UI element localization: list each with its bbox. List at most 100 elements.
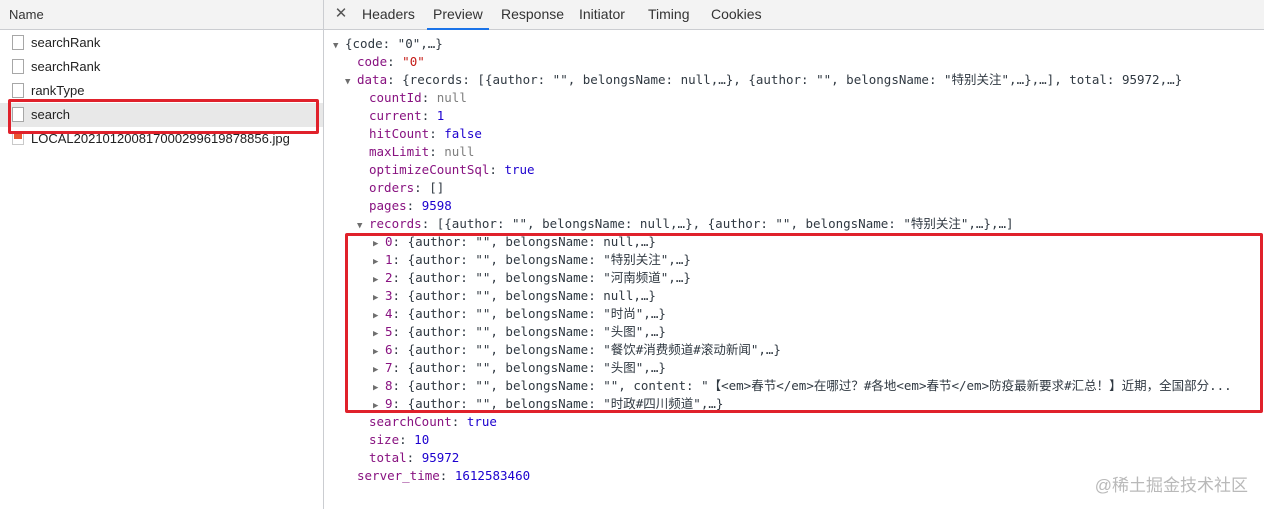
json-tree-line[interactable]: ▶ 3: {author: "", belongsName: null,…}: [373, 287, 656, 305]
json-value: :: [451, 414, 467, 429]
json-value: :: [406, 450, 422, 465]
json-tree-line[interactable]: ▼ data: {records: [{author: "", belongsNa…: [345, 71, 1182, 89]
request-row[interactable]: searchRank: [0, 31, 323, 55]
json-value: : {records: [{author: "", belongsName: n…: [387, 72, 1183, 87]
json-value: : {author: "", belongsName: null,…}: [392, 288, 656, 303]
json-tree-line: code: "0": [345, 53, 425, 71]
json-tree-line: size: 10: [357, 431, 429, 449]
expand-arrow-icon[interactable]: ▼: [357, 217, 369, 235]
json-key: searchCount: [369, 414, 452, 429]
json-value: : {author: "", belongsName: "时尚",…}: [392, 306, 666, 321]
json-tree-line[interactable]: ▶ 7: {author: "", belongsName: "头图",…}: [373, 359, 666, 377]
watermark: @稀土掘金技术社区: [1094, 476, 1248, 495]
json-key: 5: [385, 324, 393, 339]
json-key: records: [369, 216, 422, 231]
json-value: null: [436, 90, 467, 105]
json-key: code: [357, 54, 388, 69]
json-value: 9598: [421, 198, 452, 213]
json-tree-line: countId: null: [357, 89, 467, 107]
tab-response[interactable]: Response: [501, 0, 564, 29]
request-row[interactable]: rankType: [0, 79, 323, 103]
json-value: : {author: "", belongsName: "时政#四川频道",…}: [392, 396, 724, 411]
document-file-icon: [12, 83, 24, 98]
json-value: :: [439, 468, 455, 483]
request-name: LOCAL2021012008170002996198788​56.jpg: [31, 131, 290, 146]
json-key: 9: [385, 396, 393, 411]
json-value: : {author: "", belongsName: null,…}: [392, 234, 656, 249]
json-value: : {author: "", belongsName: "头图",…}: [392, 360, 666, 375]
json-key: 1: [385, 252, 393, 267]
json-tree-line: optimizeCountSql: true: [357, 161, 535, 179]
json-tree-line[interactable]: ▶ 9: {author: "", belongsName: "时政#四川频道",…: [373, 395, 723, 413]
json-tree-line[interactable]: ▶ 8: {author: "", belongsName: "", conten…: [373, 377, 1232, 395]
json-value: :: [406, 198, 422, 213]
json-tree-line[interactable]: ▶ 2: {author: "", belongsName: "河南频道",…}: [373, 269, 691, 287]
expand-arrow-icon[interactable]: ▼: [345, 73, 357, 91]
json-value: :: [429, 126, 445, 141]
json-value: : {author: "", belongsName: "特别关注",…}: [392, 252, 691, 267]
json-tree-line: orders: []: [357, 179, 444, 197]
request-name: search: [31, 107, 71, 122]
request-row[interactable]: search: [0, 103, 323, 127]
tab-initiator[interactable]: Initiator: [579, 0, 625, 29]
json-tree-line[interactable]: ▶ 5: {author: "", belongsName: "头图",…}: [373, 323, 666, 341]
json-value: false: [444, 126, 482, 141]
details-tabbar: ✕ Headers Preview Response Initiator Timing C…: [324, 0, 1264, 30]
json-value: true: [466, 414, 497, 429]
json-key: size: [369, 432, 400, 447]
details-panel: ✕ Headers Preview Response Initiator Timing C…: [324, 0, 1264, 509]
json-tree-line: server_time: 1612583460: [345, 467, 530, 485]
json-value: :: [421, 90, 437, 105]
json-tree-line[interactable]: ▶ 0: {author: "", belongsName: null,…}: [373, 233, 656, 251]
tab-headers[interactable]: Headers: [362, 0, 415, 29]
json-key: 8: [385, 378, 393, 393]
request-row[interactable]: searchRank: [0, 55, 323, 79]
json-value: : [{author: "", belongsName: null,…}, {a…: [421, 216, 1014, 231]
document-file-icon: [12, 59, 24, 74]
expand-arrow-icon[interactable]: ▼: [333, 37, 345, 55]
document-file-icon: [12, 107, 24, 122]
json-tree-line[interactable]: ▶ 1: {author: "", belongsName: "特别关注",…}: [373, 251, 691, 269]
json-value: :: [429, 144, 445, 159]
json-value: : {author: "", belongsName: "河南频道",…}: [392, 270, 691, 285]
json-key: pages: [369, 198, 407, 213]
json-value: 1: [436, 108, 445, 123]
tab-cookies[interactable]: Cookies: [711, 0, 762, 29]
json-value: :: [399, 432, 415, 447]
json-value: : {author: "", belongsName: "餐饮#消费频道#滚动新…: [392, 342, 781, 357]
json-value: :: [489, 162, 505, 177]
json-key: optimizeCountSql: [369, 162, 490, 177]
json-key: 0: [385, 234, 393, 249]
json-tree-line[interactable]: ▶ 4: {author: "", belongsName: "时尚",…}: [373, 305, 666, 323]
json-value: true: [504, 162, 535, 177]
json-key: 7: [385, 360, 393, 375]
json-value: 10: [414, 432, 430, 447]
json-value: : []: [414, 180, 445, 195]
json-value: null: [444, 144, 475, 159]
json-tree-line[interactable]: ▶ 6: {author: "", belongsName: "餐饮#消费频道#滚…: [373, 341, 781, 359]
request-name: searchRank: [31, 59, 101, 74]
json-tree-line: hitCount: false: [357, 125, 482, 143]
request-name: rankType: [31, 83, 85, 98]
name-column-header[interactable]: Name: [0, 0, 323, 30]
json-key: 3: [385, 288, 393, 303]
image-file-icon: [12, 132, 24, 145]
document-file-icon: [12, 35, 24, 50]
request-row[interactable]: LOCAL2021012008170002996198788​56.jpg: [0, 127, 323, 151]
json-tree-line[interactable]: ▼ records: [{author: "", belongsName: nul…: [357, 215, 1014, 233]
json-tree-line: maxLimit: null: [357, 143, 474, 161]
json-value: 1612583460: [454, 468, 531, 483]
tab-preview[interactable]: Preview: [427, 0, 489, 30]
json-key: orders: [369, 180, 415, 195]
json-key: 4: [385, 306, 393, 321]
json-value: 95972: [421, 450, 460, 465]
json-tree-line[interactable]: ▼ {code: "0",…}: [333, 35, 443, 53]
json-key: hitCount: [369, 126, 430, 141]
json-tree-line: total: 95972: [357, 449, 459, 467]
close-icon[interactable]: ✕: [333, 5, 349, 23]
json-value: {code: "0",…}: [345, 36, 443, 51]
tab-timing[interactable]: Timing: [648, 0, 690, 29]
request-list-panel: Name searchRank searchRank rankType search L…: [0, 0, 324, 509]
json-value: "0": [402, 54, 425, 69]
json-value: :: [421, 108, 437, 123]
